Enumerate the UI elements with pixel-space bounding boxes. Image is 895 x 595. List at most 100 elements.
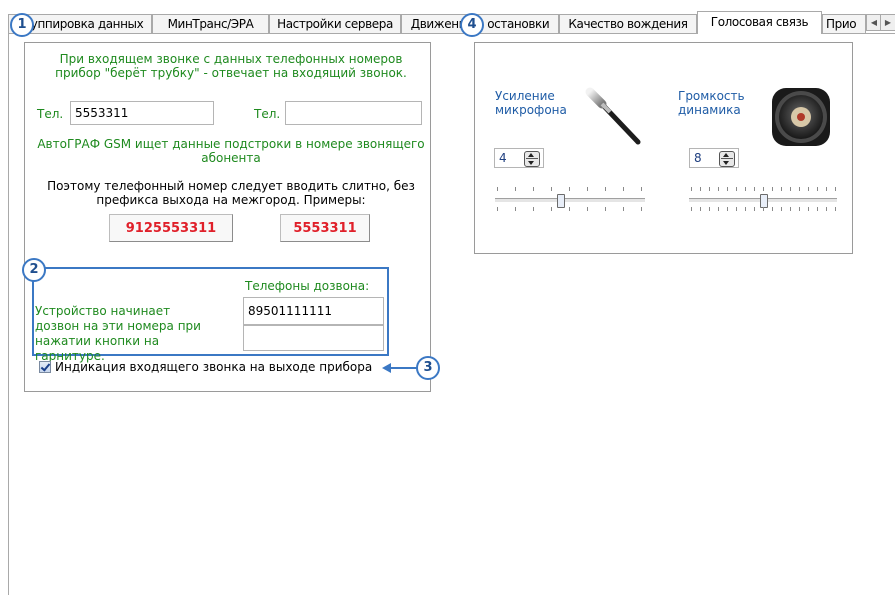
spin-updown-icon[interactable] [524, 151, 540, 167]
tab-voice-communication[interactable]: Голосовая связь [697, 11, 822, 34]
slider-tick [790, 207, 791, 211]
slider-tick [799, 187, 800, 191]
slider-tick [736, 187, 737, 191]
dialing-number-1-value: 89501111111 [248, 304, 332, 318]
slider-tick [569, 207, 570, 211]
slider-tick [817, 187, 818, 191]
tab-label: Голосовая связь [710, 15, 809, 29]
mic-gain-value: 4 [499, 151, 507, 165]
slider-tick [551, 207, 552, 211]
speaker-volume-slider-thumb[interactable] [760, 194, 768, 208]
callout-1: 1 [10, 13, 34, 37]
phone2-field[interactable] [285, 101, 422, 125]
slider-tick [623, 187, 624, 191]
mic-gain-slider-track[interactable] [495, 198, 645, 203]
mic-gain-label: Усиление микрофона [495, 89, 567, 117]
mic-gain-spinner[interactable]: 4 [494, 148, 544, 168]
slider-tick [605, 187, 606, 191]
slider-tick [709, 207, 710, 211]
tab-driving-quality[interactable]: Качество вождения [559, 14, 697, 33]
dialing-numbers-header: Телефоны дозвона: [245, 279, 370, 293]
incoming-indication-checkbox[interactable] [39, 361, 51, 373]
tab-mintrans-era[interactable]: МинТранс/ЭРА [152, 14, 269, 33]
callout-4: 4 [460, 13, 484, 37]
callout-2: 2 [22, 258, 46, 282]
slider-tick [551, 187, 552, 191]
slider-tick [754, 187, 755, 191]
slider-tick [569, 187, 570, 191]
speaker-icon [772, 88, 830, 146]
slider-tick [533, 207, 534, 211]
slider-tick [718, 207, 719, 211]
tab-scroll-right-button[interactable]: ▶ [880, 14, 895, 31]
dialing-number-1-field[interactable]: 89501111111 [243, 297, 384, 325]
dialing-number-2-field[interactable] [243, 325, 384, 351]
slider-tick [745, 207, 746, 211]
mic-gain-slider-thumb[interactable] [557, 194, 565, 208]
slider-tick [754, 207, 755, 211]
tab-label: МинТранс/ЭРА [167, 17, 254, 31]
tab-label: Прио [826, 17, 857, 31]
spin-updown-icon[interactable] [719, 151, 735, 167]
slider-tick [497, 207, 498, 211]
slider-tick [641, 187, 642, 191]
slider-tick [605, 207, 606, 211]
tab-page-border-left [8, 33, 9, 595]
tab-label: Настройки сервера [277, 17, 393, 31]
slider-tick [826, 207, 827, 211]
slider-tick [808, 207, 809, 211]
speaker-volume-spinner[interactable]: 8 [689, 148, 739, 168]
slider-tick [826, 187, 827, 191]
slider-tick [772, 187, 773, 191]
slider-tick [727, 187, 728, 191]
slider-tick [515, 207, 516, 211]
incoming-description: При входящем звонке с данных телефонных … [55, 52, 407, 80]
slider-tick [799, 207, 800, 211]
speaker-volume-label: Громкость динамика [678, 89, 745, 117]
slider-tick [700, 207, 701, 211]
slider-tick [691, 187, 692, 191]
tab-server-settings[interactable]: Настройки сервера [269, 14, 401, 33]
tab-label: Группировка данных [16, 17, 144, 31]
chevron-left-icon: ◀ [870, 18, 878, 27]
dialing-description: Устройство начинает дозвон на эти номера… [35, 304, 201, 363]
slider-tick [745, 187, 746, 191]
tab-prio[interactable]: Прио [822, 14, 866, 33]
slider-tick [835, 187, 836, 191]
slider-tick [587, 207, 588, 211]
slider-tick [808, 187, 809, 191]
incoming-indication-label: Индикация входящего звонка на выходе при… [55, 360, 373, 374]
phone2-label: Тел. [254, 107, 281, 121]
slider-tick [736, 207, 737, 211]
slider-tick [763, 187, 764, 191]
slider-tick [497, 187, 498, 191]
slider-tick [781, 187, 782, 191]
example-number-2: 5553311 [280, 214, 370, 242]
microphone-icon [585, 87, 641, 145]
slider-tick [790, 187, 791, 191]
phone1-value: 5553311 [75, 106, 129, 120]
slider-tick [533, 187, 534, 191]
slider-tick [727, 207, 728, 211]
tab-strip: Группировка данных МинТранс/ЭРА Настройк… [8, 11, 895, 34]
slider-tick [709, 187, 710, 191]
slider-tick [700, 187, 701, 191]
slider-tick [772, 207, 773, 211]
slider-tick [781, 207, 782, 211]
slider-tick [691, 207, 692, 211]
chevron-right-icon: ▶ [884, 18, 892, 27]
phone1-field[interactable]: 5553311 [70, 101, 214, 125]
substring-note: АвтоГРАФ GSM ищет данные подстроки в ном… [37, 137, 425, 165]
slider-tick [623, 207, 624, 211]
speaker-volume-value: 8 [694, 151, 702, 165]
slider-tick [718, 187, 719, 191]
slider-tick [835, 207, 836, 211]
slider-tick [515, 187, 516, 191]
slider-tick [817, 207, 818, 211]
slider-tick [587, 187, 588, 191]
phone1-label: Тел. [37, 107, 64, 121]
format-note: Поэтому телефонный номер следует вводить… [47, 179, 415, 207]
callout-3: 3 [416, 356, 440, 380]
slider-tick [641, 207, 642, 211]
slider-tick [763, 207, 764, 211]
